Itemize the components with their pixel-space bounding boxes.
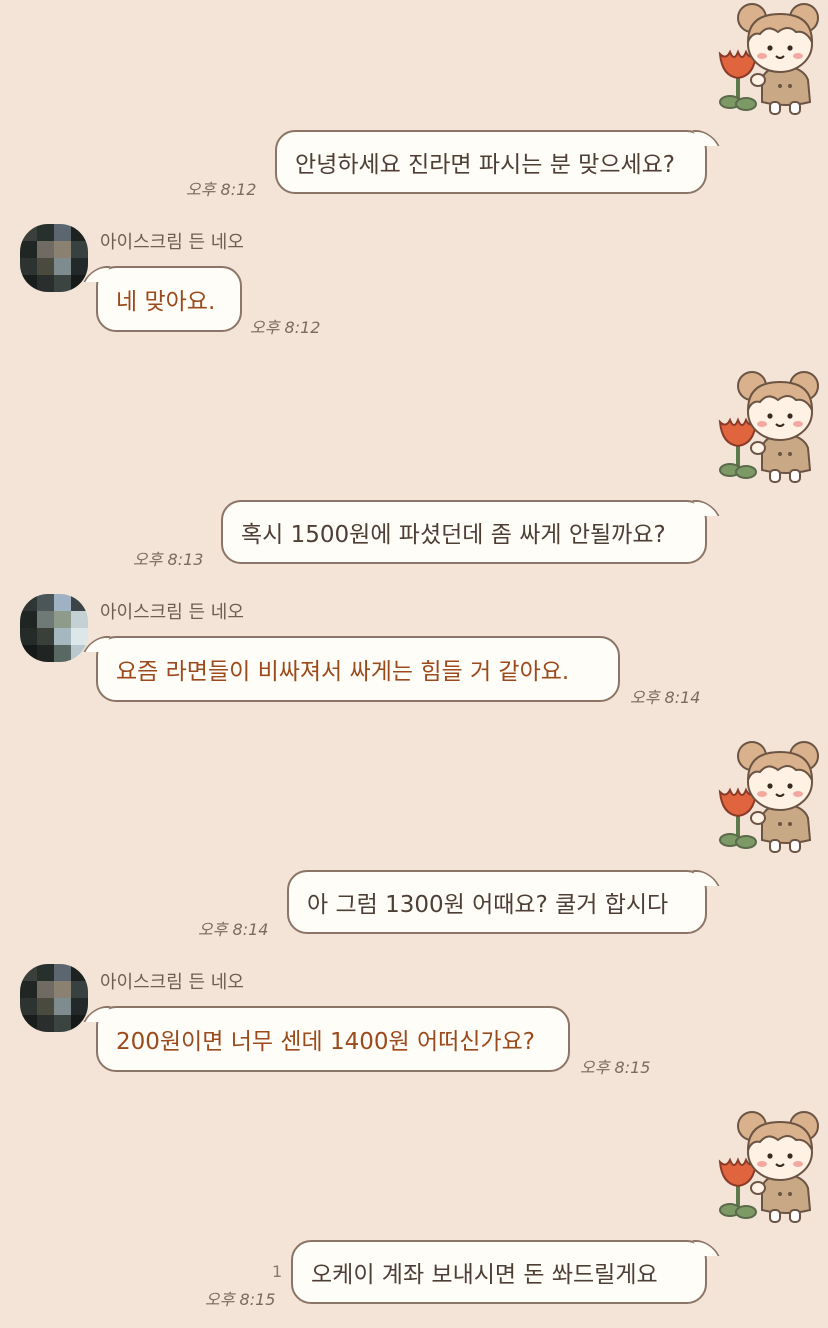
message-time: 오후 8:15 <box>580 1058 651 1077</box>
incoming-message-bubble[interactable]: 요즘 라면들이 비싸져서 싸게는 힘들 거 같아요. <box>96 636 620 702</box>
message-text: 안녕하세요 진라면 파시는 분 맞으세요? <box>295 152 676 178</box>
message-time: 오후 8:14 <box>630 688 701 707</box>
sender-name: 아이스크림 든 네오 <box>100 232 244 253</box>
message-text: 아 그럼 1300원 어때요? 쿨거 합시다 <box>307 892 669 918</box>
outgoing-message-bubble[interactable]: 오케이 계좌 보내시면 돈 쏴드릴게요 <box>291 1240 707 1304</box>
avatar[interactable] <box>20 594 88 662</box>
message-time: 오후 8:13 <box>133 550 204 569</box>
girl-with-tulip-sticker-icon <box>718 370 820 484</box>
girl-with-tulip-sticker-icon <box>718 2 820 116</box>
avatar[interactable] <box>20 964 88 1032</box>
message-time: 오후 8:12 <box>250 318 321 337</box>
message-text: 네 맞아요. <box>116 289 216 315</box>
message-time: 오후 8:12 <box>186 180 257 199</box>
outgoing-message-bubble[interactable]: 혹시 1500원에 파셨던데 좀 싸게 안될까요? <box>221 500 707 564</box>
message-text: 혹시 1500원에 파셨던데 좀 싸게 안될까요? <box>241 522 666 548</box>
sender-name: 아이스크림 든 네오 <box>100 602 244 623</box>
girl-with-tulip-sticker-icon <box>718 1110 820 1224</box>
message-time: 오후 8:14 <box>198 920 269 939</box>
message-time: 오후 8:15 <box>205 1290 276 1309</box>
avatar[interactable] <box>20 224 88 292</box>
incoming-message-bubble[interactable]: 네 맞아요. <box>96 266 242 332</box>
message-text: 요즘 라면들이 비싸져서 싸게는 힘들 거 같아요. <box>116 659 570 685</box>
girl-with-tulip-sticker-icon <box>718 740 820 854</box>
outgoing-message-bubble[interactable]: 안녕하세요 진라면 파시는 분 맞으세요? <box>275 130 707 194</box>
message-text: 200원이면 너무 센데 1400원 어떠신가요? <box>116 1029 535 1055</box>
sender-name: 아이스크림 든 네오 <box>100 972 244 993</box>
unread-count: 1 <box>272 1262 283 1281</box>
incoming-message-bubble[interactable]: 200원이면 너무 센데 1400원 어떠신가요? <box>96 1006 570 1072</box>
outgoing-message-bubble[interactable]: 아 그럼 1300원 어때요? 쿨거 합시다 <box>287 870 707 934</box>
message-text: 오케이 계좌 보내시면 돈 쏴드릴게요 <box>311 1262 658 1288</box>
